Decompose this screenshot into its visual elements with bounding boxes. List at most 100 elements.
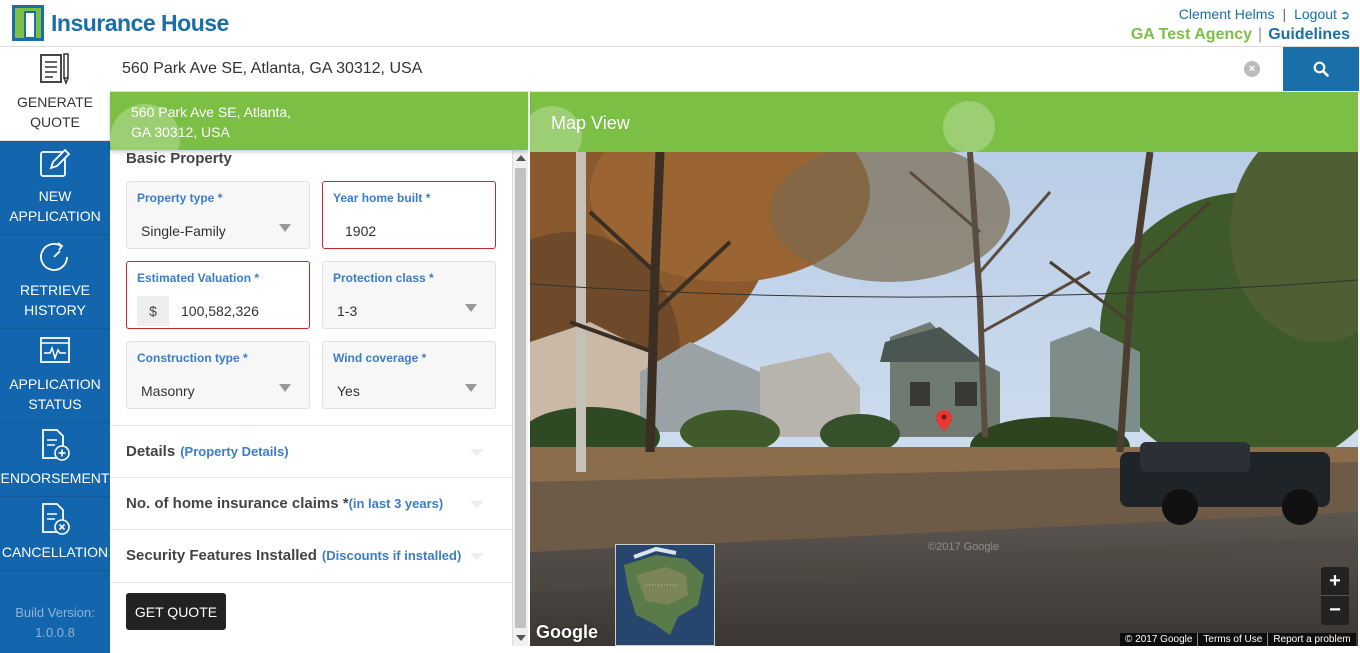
get-quote-button[interactable]: GET QUOTE [126, 593, 226, 630]
mini-map-image [616, 545, 714, 645]
logout-link[interactable]: Logout ➲ [1294, 6, 1350, 22]
logout-icon: ➲ [1339, 8, 1350, 22]
mini-map[interactable] [615, 544, 715, 646]
chevron-down-icon [465, 304, 477, 312]
map-watermark: ©2017 Google [928, 541, 1000, 553]
user-area: Clement Helms | Logout ➲ GA Test Agency | Gui… [1130, 6, 1350, 43]
field-value: 1902 [345, 223, 377, 239]
agency-link[interactable]: GA Test Agency [1131, 26, 1252, 43]
section-subtitle: (Property Details) [180, 444, 289, 459]
sidebar-item-generate-quote[interactable]: GENERATE QUOTE [0, 47, 110, 141]
copyright-text: © 2017 Google [1120, 633, 1199, 646]
sidebar-label: RETRIEVE [19, 282, 90, 298]
google-logo: Google [536, 622, 598, 642]
address-search-input[interactable] [110, 47, 1282, 91]
document-add-icon [42, 429, 70, 461]
sidebar-label: NEW [38, 188, 72, 204]
form-scrollbar[interactable] [512, 150, 528, 646]
sidebar-label: CANCELLATION [1, 544, 109, 560]
report-problem-link[interactable]: Report a problem [1268, 633, 1355, 646]
sidebar-label: HISTORY [24, 302, 86, 318]
field-value: 1-3 [337, 303, 358, 319]
map-attribution: © 2017 Google Terms of Use Report a prob… [1120, 633, 1356, 646]
sidebar-label: QUOTE [30, 114, 80, 130]
sidebar-label: APPLICATION [9, 376, 101, 392]
field-label: Estimated Valuation * [137, 271, 260, 285]
logo[interactable]: Insurance House [12, 5, 229, 41]
field-value: Yes [337, 383, 360, 399]
chevron-down-icon [279, 384, 291, 392]
app-header: Insurance House Clement Helms | Logout ➲ GA… [0, 0, 1360, 47]
sidebar-item-endorsement[interactable]: ENDORSEMENT [0, 423, 110, 497]
guidelines-link[interactable]: Guidelines [1268, 26, 1350, 43]
sidebar-item-retrieve-history[interactable]: RETRIEVE HISTORY [0, 235, 110, 329]
zoom-in-button[interactable]: + [1321, 567, 1349, 596]
wind-coverage-select[interactable]: Wind coverage * Yes [322, 341, 496, 409]
logout-label: Logout [1294, 6, 1337, 22]
chevron-down-icon [465, 384, 477, 392]
year-built-field[interactable]: Year home built * 1902 [322, 181, 496, 249]
brand-name: Insurance House [51, 9, 229, 36]
zoom-control: + − [1321, 567, 1349, 625]
section-title: Details [126, 443, 176, 460]
sidebar: GENERATE QUOTE NEW APPLICATION RETRIEVE … [0, 47, 110, 653]
field-label: Protection class * [333, 271, 434, 285]
field-label: Property type * [137, 191, 223, 205]
field-label: Wind coverage * [333, 351, 427, 365]
map-view-header: Map View [530, 92, 1358, 152]
estimated-valuation-field[interactable]: Estimated Valuation * $ 100,582,326 [126, 261, 310, 329]
field-label: Year home built * [333, 191, 431, 205]
section-security-features[interactable]: Security Features Installed (Discounts i… [110, 529, 512, 581]
divider [110, 582, 512, 583]
user-name-link[interactable]: Clement Helms [1179, 6, 1275, 22]
field-value: Single-Family [141, 223, 226, 239]
build-number: 1.0.0.8 [35, 625, 75, 640]
chevron-down-icon [470, 449, 484, 456]
search-button[interactable] [1283, 47, 1359, 91]
property-type-select[interactable]: Property type * Single-Family [126, 181, 310, 249]
document-cancel-icon [42, 503, 70, 535]
search-icon [1313, 61, 1329, 77]
field-value: 100,582,326 [181, 303, 259, 319]
sidebar-label: GENERATE [17, 94, 93, 110]
scroll-down-icon[interactable] [516, 635, 526, 641]
sidebar-label: ENDORSEMENT [0, 470, 110, 486]
scroll-up-icon[interactable] [516, 155, 526, 161]
sidebar-label: STATUS [28, 396, 82, 412]
sidebar-item-application-status[interactable]: APPLICATION STATUS [0, 329, 110, 423]
build-version: Build Version: 1.0.0.8 [0, 603, 110, 643]
clear-search-icon[interactable]: × [1244, 61, 1260, 77]
edit-icon [40, 148, 71, 177]
field-label: Construction type * [137, 351, 248, 365]
zoom-out-button[interactable]: − [1321, 596, 1349, 625]
chevron-down-icon [279, 224, 291, 232]
address-line-1: 560 Park Ave SE, Atlanta, [131, 104, 292, 120]
chevron-down-icon [470, 553, 484, 560]
terms-of-use-link[interactable]: Terms of Use [1198, 633, 1269, 646]
document-pencil-icon [40, 53, 69, 86]
currency-prefix: $ [137, 296, 169, 326]
address-search-bar: × [110, 47, 1360, 92]
section-subtitle: (in last 3 years) [348, 496, 444, 511]
section-basic-property[interactable]: Basic Property [126, 150, 232, 167]
section-claims[interactable]: No. of home insurance claims * (in last … [110, 477, 512, 529]
history-icon [40, 242, 68, 271]
scroll-thumb[interactable] [515, 168, 526, 628]
field-value: Masonry [141, 383, 195, 399]
construction-type-select[interactable]: Construction type * Masonry [126, 341, 310, 409]
sidebar-label: APPLICATION [9, 208, 101, 224]
protection-class-select[interactable]: Protection class * 1-3 [322, 261, 496, 329]
section-title: No. of home insurance claims * [126, 495, 349, 512]
pulse-icon [40, 337, 70, 363]
build-label: Build Version: [15, 605, 95, 620]
section-subtitle: (Discounts if installed) [321, 548, 462, 563]
chevron-down-icon [470, 501, 484, 508]
section-details[interactable]: Details (Property Details) [110, 425, 512, 477]
section-title: Security Features Installed [126, 547, 317, 564]
quote-form-panel: Basic Property Property type * Single-Fa… [110, 150, 512, 653]
sidebar-item-cancellation[interactable]: CANCELLATION [0, 497, 110, 571]
street-view[interactable]: ©2017 Google Google + − © 2017 Google Te… [530, 152, 1358, 646]
sidebar-item-new-application[interactable]: NEW APPLICATION [0, 141, 110, 235]
logo-mark-icon [12, 5, 44, 41]
address-banner: 560 Park Ave SE, Atlanta, GA 30312, USA [110, 92, 528, 150]
